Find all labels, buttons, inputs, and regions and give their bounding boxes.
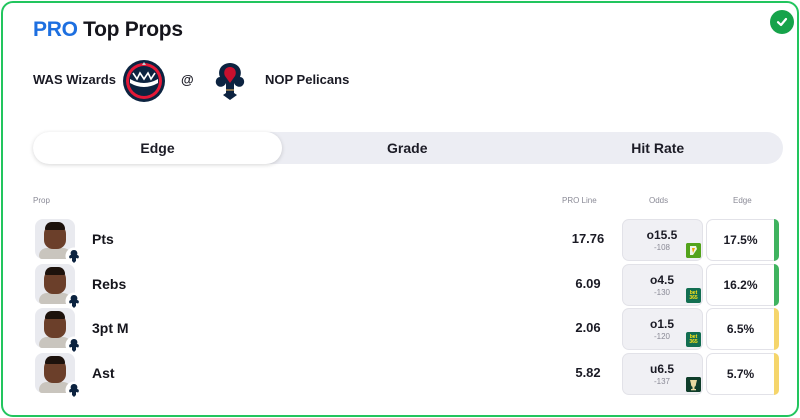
pro-line-value: 2.06 <box>575 320 601 335</box>
player-avatar <box>35 219 83 265</box>
prop-stat: Rebs <box>92 276 127 292</box>
header-edge: Edge <box>733 196 752 205</box>
prop-stat: Pts <box>92 231 114 247</box>
bet365-icon: bet 365 <box>686 288 701 303</box>
pro-line-value: 6.09 <box>575 276 601 291</box>
odds-line: o15.5 <box>646 228 678 242</box>
home-team-name: NOP Pelicans <box>265 72 350 87</box>
sportsbook-icon <box>686 377 701 392</box>
odds-line: o4.5 <box>649 273 674 287</box>
page-title: PRO Top Props <box>33 18 183 42</box>
tab-grade[interactable]: Grade <box>282 132 533 164</box>
pro-line-value: 5.82 <box>575 365 601 380</box>
wizards-logo <box>123 60 165 102</box>
player-avatar <box>35 353 83 399</box>
edge-indicator <box>774 219 779 261</box>
table-row[interactable]: 3pt M 2.06 o1.5 -120 bet 365 6.5% <box>33 308 783 354</box>
player-avatar <box>35 308 83 354</box>
player-avatar <box>35 264 83 310</box>
check-circle-icon <box>770 10 794 34</box>
matchup: WAS Wizards @ NOP Pelicans <box>33 59 433 103</box>
at-separator: @ <box>181 72 194 87</box>
pelicans-badge-icon <box>65 336 83 354</box>
sort-tabs: Edge Grade Hit Rate <box>33 132 783 164</box>
header-odds: Odds <box>649 196 669 205</box>
pelicans-badge-icon <box>65 247 83 265</box>
odds-button[interactable]: o4.5 -130 bet 365 <box>622 264 703 306</box>
header-pro-line: PRO Line <box>562 196 597 205</box>
edge-indicator <box>774 353 779 395</box>
odds-button[interactable]: u6.5 -137 <box>622 353 703 395</box>
away-team-name: WAS Wizards <box>33 72 116 87</box>
edge-indicator <box>774 264 779 306</box>
header-prop: Prop <box>33 196 50 205</box>
tab-edge[interactable]: Edge <box>33 132 282 164</box>
odds-line: o1.5 <box>649 317 674 331</box>
prop-stat: 3pt M <box>92 320 129 336</box>
odds-button[interactable]: o15.5 -108 <box>622 219 703 261</box>
table-row[interactable]: Pts 17.76 o15.5 -108 17.5% <box>33 219 783 265</box>
edge-value: 6.5% <box>706 308 779 350</box>
odds-button[interactable]: o1.5 -120 bet 365 <box>622 308 703 350</box>
edge-value: 17.5% <box>706 219 779 261</box>
top-props-card: PRO Top Props WAS Wizards @ NOP Pelicans… <box>1 1 799 417</box>
pro-line-value: 17.76 <box>571 231 605 246</box>
pelicans-logo <box>215 63 245 100</box>
prop-stat: Ast <box>92 365 115 381</box>
edge-value: 5.7% <box>706 353 779 395</box>
draftkings-icon <box>686 243 701 258</box>
pelicans-badge-icon <box>65 381 83 399</box>
tab-hit-rate[interactable]: Hit Rate <box>533 132 784 164</box>
edge-value: 16.2% <box>706 264 779 306</box>
edge-indicator <box>774 308 779 350</box>
odds-line: u6.5 <box>649 362 674 376</box>
table-row[interactable]: Rebs 6.09 o4.5 -130 bet 365 16.2% <box>33 264 783 310</box>
pro-label: PRO <box>33 18 78 41</box>
table-row[interactable]: Ast 5.82 u6.5 -137 5.7% <box>33 353 783 399</box>
title-text: Top Props <box>77 18 183 41</box>
bet365-icon: bet 365 <box>686 332 701 347</box>
